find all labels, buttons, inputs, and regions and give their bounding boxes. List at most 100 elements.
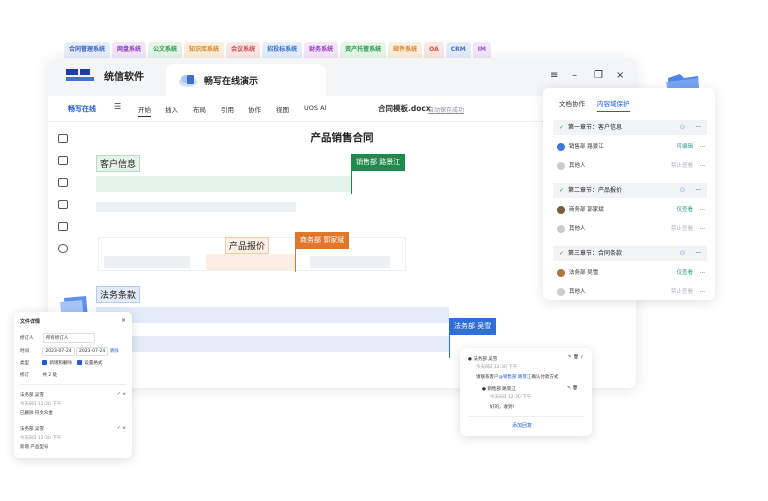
reply-time: 今天8日 12:30 下午: [490, 395, 532, 400]
brand: 统信软件: [66, 68, 144, 83]
menu-layout[interactable]: 布局: [193, 104, 206, 114]
type-option-add-delete[interactable]: 新增和删除: [42, 360, 72, 366]
divider: [20, 384, 126, 385]
user-tag-sales: 销售部 路景江: [351, 154, 406, 171]
checkbox-icon: [42, 360, 48, 365]
more-icon[interactable]: ···: [700, 223, 705, 235]
permission-row[interactable]: 商务部 郭家斌 仅查看 ···: [557, 204, 707, 216]
cloud-doc-icon: [179, 75, 197, 87]
content-protection-panel: 文档协作 内容域保护 ✓ 第一章节：客户信息 ⚇ ··· 销售部 路景江 可编辑 ··· 其他…: [543, 88, 715, 300]
close-icon[interactable]: ×: [616, 70, 624, 81]
avatar: [557, 205, 565, 214]
user-tag-business: 商务部 郭家斌: [295, 232, 350, 249]
link-icon[interactable]: [58, 244, 68, 253]
reviser-select[interactable]: 所有修订人: [42, 333, 95, 343]
date-to-input[interactable]: 2023-07-24: [76, 347, 109, 356]
more-icon[interactable]: ···: [695, 246, 701, 261]
permission-select[interactable]: 仅查看: [676, 267, 693, 279]
permission-select[interactable]: 仅查看: [676, 204, 693, 216]
reply-author-name: 销售部 路景江: [487, 387, 516, 392]
member-name: 销售部 路景江: [569, 144, 604, 150]
chapter-row[interactable]: ✓ 第三章节：合同条款 ⚇ ···: [553, 246, 707, 261]
permission-select[interactable]: 禁止查看: [671, 160, 693, 172]
menu-start[interactable]: 开始: [138, 104, 151, 117]
section-customer-info[interactable]: 客户信息: [96, 155, 141, 172]
menu-collab[interactable]: 协作: [248, 104, 261, 114]
comment-icon[interactable]: [58, 178, 68, 187]
user-icon[interactable]: ⚇: [680, 183, 685, 198]
more-icon[interactable]: ···: [700, 204, 705, 216]
system-tab[interactable]: 资产托管系统: [340, 42, 387, 58]
content-block: [206, 254, 296, 270]
permission-row[interactable]: 销售部 路景江 可编辑 ···: [557, 141, 707, 153]
permission-row[interactable]: 其他人 禁止查看 ···: [557, 160, 707, 172]
system-tab[interactable]: 网盘系统: [112, 42, 147, 58]
system-tab[interactable]: 公文系统: [148, 42, 183, 58]
tab-doc-collab[interactable]: 文档协作: [559, 98, 585, 112]
permission-select[interactable]: 禁止查看: [671, 223, 693, 235]
system-tab[interactable]: OA: [424, 42, 444, 58]
copy-icon[interactable]: [58, 222, 68, 231]
menu-view[interactable]: 视图: [276, 104, 289, 114]
reviser-label: 修订人: [20, 336, 34, 341]
user-icon[interactable]: ⚇: [680, 246, 685, 261]
book-icon[interactable]: [58, 156, 68, 165]
date-from-input[interactable]: 2023-07-24: [42, 347, 75, 356]
comment-mention[interactable]: @销售部 路景江: [499, 375, 532, 380]
system-tab[interactable]: 知识库系统: [184, 42, 225, 58]
close-icon[interactable]: ×: [121, 317, 126, 324]
comment-text: 请联系客户@销售部 路景江确认付款方式: [476, 374, 558, 380]
more-icon[interactable]: ···: [700, 160, 705, 172]
hamburger-icon[interactable]: ☰: [114, 102, 121, 111]
accept-reject-icon[interactable]: ✓ ×: [117, 426, 126, 431]
avatar: [557, 142, 565, 151]
system-tab[interactable]: CRM: [445, 42, 471, 58]
permission-row[interactable]: 其他人 禁止查看 ···: [557, 286, 707, 298]
content-block: [96, 202, 296, 212]
system-tab[interactable]: 财务系统: [304, 42, 339, 58]
reply-actions-icon[interactable]: ✎ 🗑: [567, 386, 578, 391]
system-tab[interactable]: 邮件系统: [388, 42, 423, 58]
system-tab[interactable]: 招投标系统: [262, 42, 303, 58]
restore-icon[interactable]: ❐: [594, 70, 603, 81]
section-product-quote[interactable]: 产品报价: [225, 237, 270, 254]
permission-select[interactable]: 可编辑: [676, 141, 693, 153]
edit-icon[interactable]: [58, 200, 68, 209]
document-name: 合同模板.docx: [378, 104, 431, 113]
chapter-row[interactable]: ✓ 第一章节：客户信息 ⚇ ···: [553, 120, 707, 135]
system-tab[interactable]: IM: [472, 42, 491, 58]
revision-desc: 已删除 符文众金: [20, 411, 53, 416]
avatar: [557, 287, 565, 296]
avatar: [557, 161, 565, 170]
permission-select[interactable]: 禁止查看: [671, 286, 693, 298]
more-icon[interactable]: ···: [700, 286, 705, 298]
more-icon[interactable]: ···: [695, 120, 701, 135]
revision-entry[interactable]: 法务部 吴雪 ✓ × 今天8日 12:30 下午 新增 产品型号: [20, 426, 128, 450]
menu-uos-ai[interactable]: UOS AI: [304, 104, 326, 112]
more-icon[interactable]: ···: [700, 267, 705, 279]
member-name: 其他人: [569, 289, 586, 295]
tab-document[interactable]: 畅写在线演示: [166, 64, 326, 96]
revision-entry[interactable]: 法务部 吴雪 ✓ × 今天8日 12:30 下午 已删除 符文众金: [20, 392, 128, 416]
permission-row[interactable]: 法务部 吴雪 仅查看 ···: [557, 267, 707, 279]
section-legal-terms[interactable]: 法务条款: [96, 286, 141, 303]
menu-icon[interactable]: ≡: [550, 70, 558, 81]
accept-reject-icon[interactable]: ✓ ×: [117, 392, 126, 397]
system-tab[interactable]: 会议系统: [226, 42, 261, 58]
clear-button[interactable]: 清除: [110, 349, 119, 354]
more-icon[interactable]: ···: [695, 183, 701, 198]
menu-reference[interactable]: 引用: [221, 104, 234, 114]
permission-row[interactable]: 其他人 禁止查看 ···: [557, 223, 707, 235]
add-reply-button[interactable]: 添加回复: [512, 422, 532, 429]
menu-insert[interactable]: 插入: [165, 104, 178, 114]
comment-actions-icon[interactable]: ✎ 🗑 ✓: [568, 355, 584, 360]
minimize-icon[interactable]: –: [572, 70, 577, 81]
file-details-title: 文件详情: [20, 319, 41, 325]
more-icon[interactable]: ···: [700, 141, 705, 153]
type-option-format[interactable]: 设置格式: [77, 360, 102, 366]
tab-content-protection[interactable]: 内容域保护: [597, 98, 630, 112]
chapter-row[interactable]: ✓ 第二章节：产品报价 ⚇ ···: [553, 183, 707, 198]
user-icon[interactable]: ⚇: [680, 120, 685, 135]
system-tab[interactable]: 合同管理系统: [64, 42, 111, 58]
chapter-title: 第二章节：产品报价: [568, 187, 623, 194]
